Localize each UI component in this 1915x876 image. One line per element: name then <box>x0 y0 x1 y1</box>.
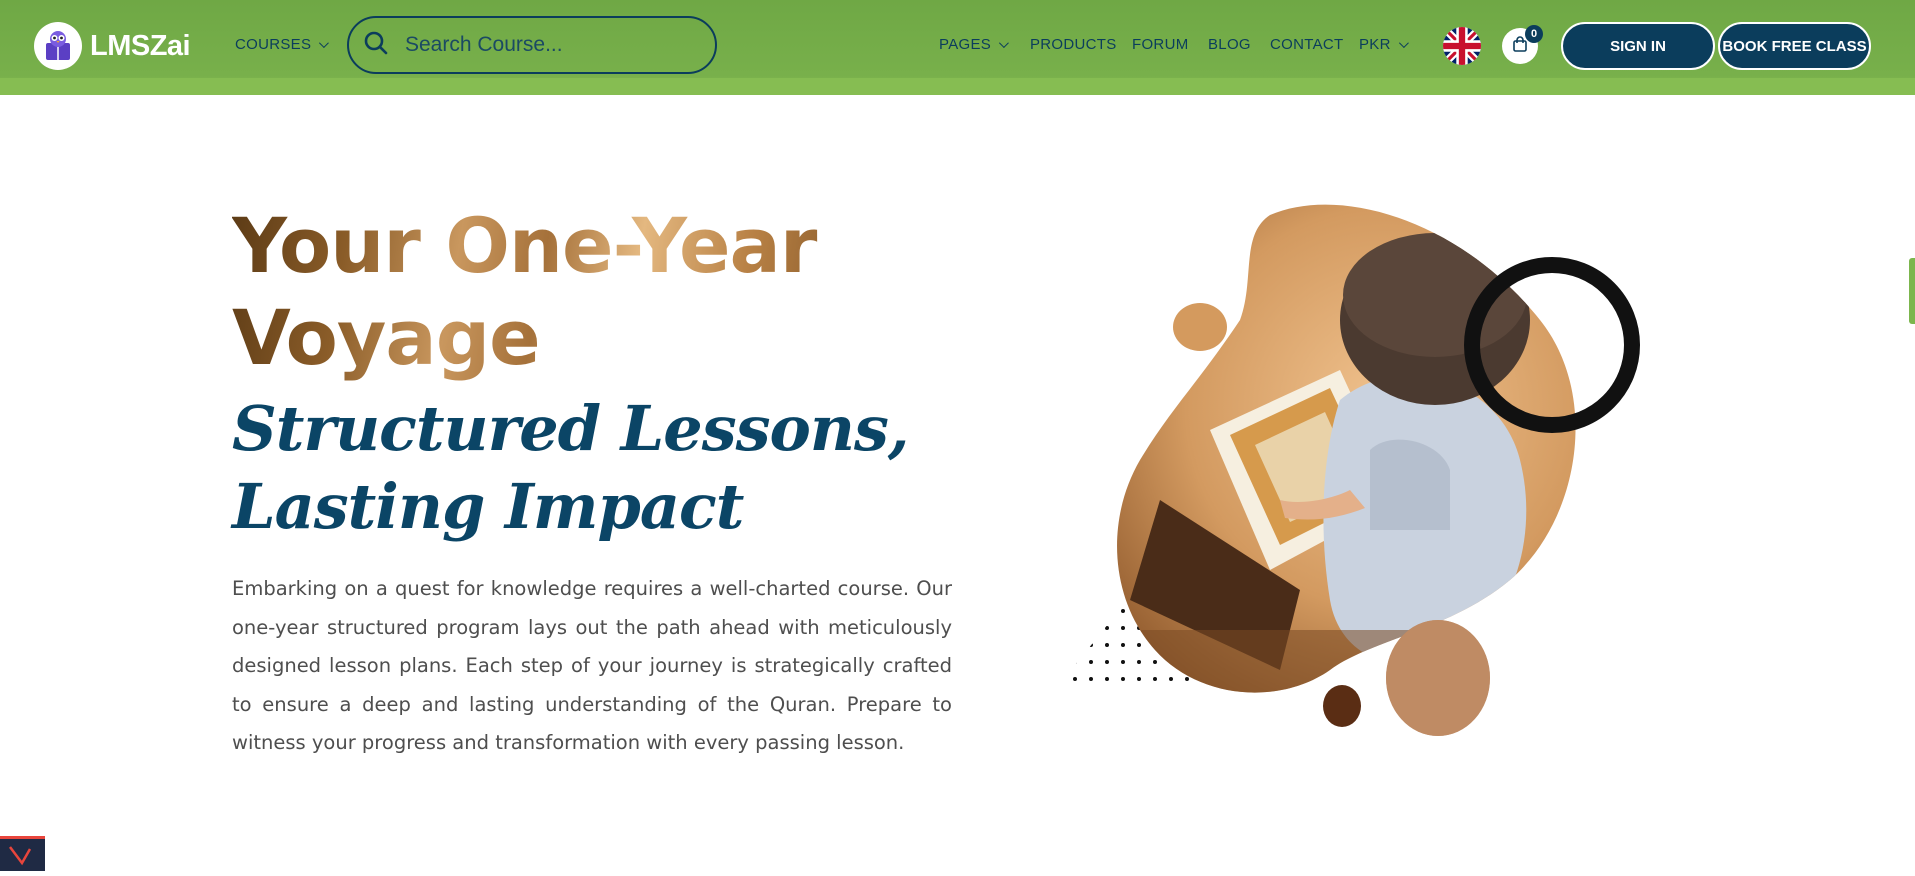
nav-blog-link[interactable]: BLOG <box>1208 36 1251 53</box>
cart-count-badge: 0 <box>1525 25 1543 43</box>
nav-products-link[interactable]: PRODUCTS <box>1030 36 1117 53</box>
chevron-down-icon <box>1398 38 1409 49</box>
nav-courses-dropdown[interactable]: COURSES <box>235 36 330 53</box>
currency-label: PKR <box>1359 36 1391 53</box>
chevron-down-icon <box>319 38 330 49</box>
nav-forum-link[interactable]: FORUM <box>1132 36 1189 53</box>
nav-products-label: PRODUCTS <box>1030 36 1117 53</box>
site-logo[interactable]: LMSZai <box>34 22 191 70</box>
search-icon <box>363 30 389 61</box>
header-accent-strip <box>0 78 1915 95</box>
nav-pages-label: PAGES <box>939 36 992 53</box>
uk-flag-icon[interactable] <box>1443 27 1481 65</box>
hero-script-title: Structured Lessons, Lasting Impact <box>232 392 909 543</box>
nav-contact-label: CONTACT <box>1270 36 1344 53</box>
book-free-class-button[interactable]: BOOK FREE CLASS <box>1718 22 1871 70</box>
site-header: LMSZai COURSES PAGES PRODUCTS FORUM BLOG… <box>0 0 1915 95</box>
sign-in-button[interactable]: SIGN IN <box>1561 22 1715 70</box>
hero-title: Your One-Year Voyage <box>232 200 872 384</box>
currency-selector[interactable]: PKR <box>1359 36 1409 53</box>
scroll-indicator[interactable] <box>1909 258 1915 324</box>
hero-description: Embarking on a quest for knowledge requi… <box>232 577 952 754</box>
brand-name: LMSZai <box>90 29 191 62</box>
search-input[interactable] <box>403 32 707 58</box>
nav-blog-label: BLOG <box>1208 36 1251 53</box>
chevron-down-icon <box>999 38 1009 49</box>
nav-courses-label: COURSES <box>235 36 312 53</box>
nav-pages-dropdown[interactable]: PAGES <box>939 36 1009 53</box>
nav-forum-label: FORUM <box>1132 36 1189 53</box>
book-owl-icon <box>34 22 82 70</box>
hero-illustration <box>1040 200 1660 750</box>
nav-contact-link[interactable]: CONTACT <box>1270 36 1343 53</box>
course-search-box[interactable] <box>347 16 717 74</box>
debug-badge[interactable] <box>0 836 45 871</box>
